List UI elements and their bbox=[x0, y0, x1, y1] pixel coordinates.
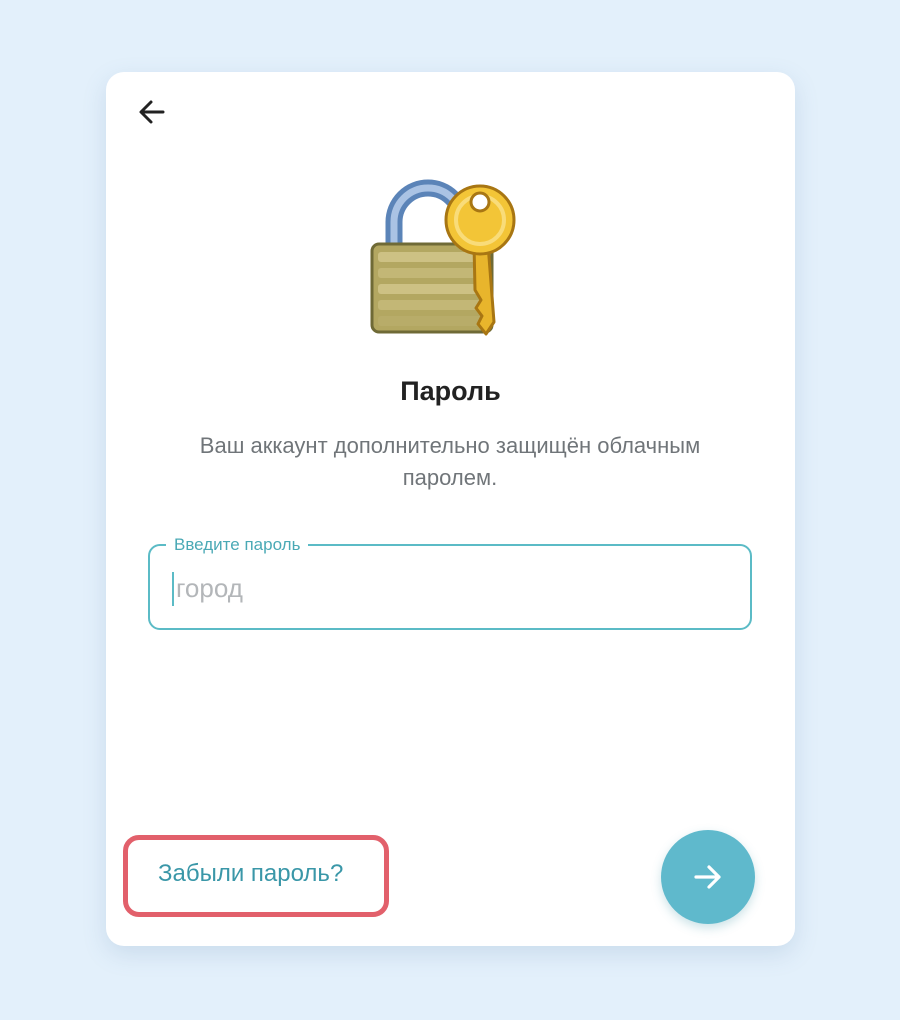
password-field: Введите пароль bbox=[148, 533, 752, 630]
forward-arrow-icon bbox=[694, 865, 721, 889]
page-subtitle: Ваш аккаунт дополнительно защищён облачн… bbox=[199, 433, 701, 490]
back-button[interactable] bbox=[132, 92, 172, 132]
password-field-label: Введите пароль bbox=[166, 533, 309, 557]
padlock-and-key-icon bbox=[370, 179, 516, 336]
forgot-password-link[interactable]: Забыли пароль? bbox=[158, 860, 343, 888]
password-card: Пароль Ваш аккаунт дополнительно защищён… bbox=[106, 72, 795, 946]
password-input[interactable] bbox=[172, 568, 736, 608]
next-button[interactable] bbox=[661, 830, 755, 924]
page-title: Пароль bbox=[400, 376, 501, 406]
text-cursor bbox=[172, 572, 174, 606]
back-arrow-icon bbox=[139, 100, 165, 124]
